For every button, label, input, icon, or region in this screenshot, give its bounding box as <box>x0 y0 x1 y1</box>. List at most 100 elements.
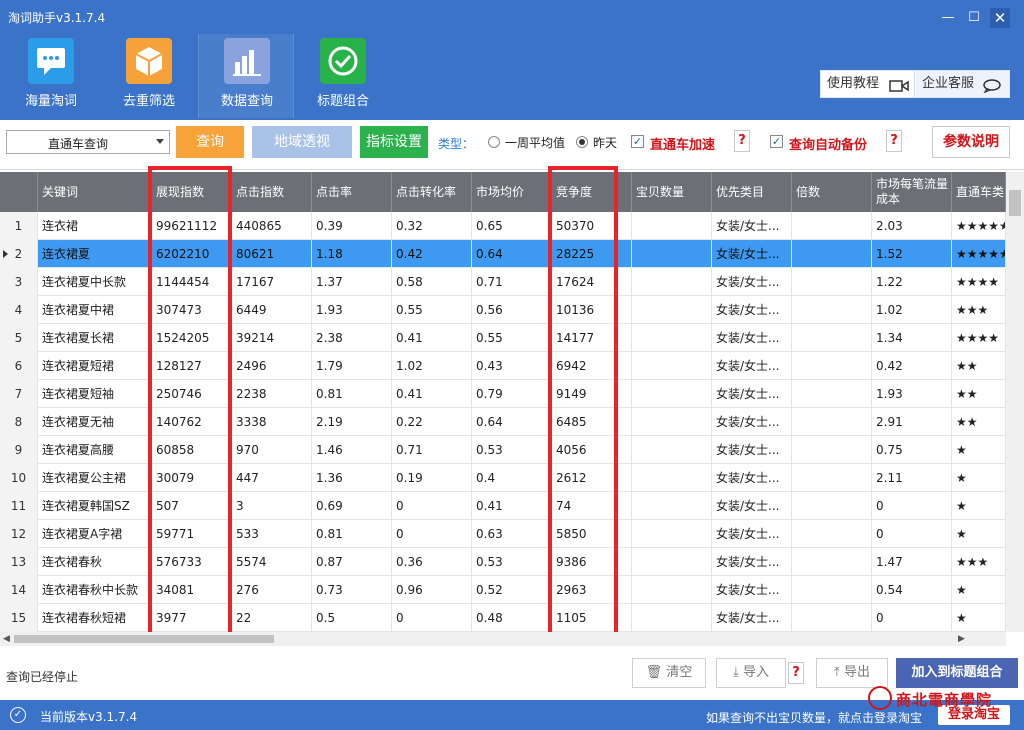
cell-multiple[interactable] <box>792 492 872 520</box>
cell-keyword[interactable]: 连衣裙夏 <box>38 240 152 268</box>
cell-multiple[interactable] <box>792 296 872 324</box>
horizontal-scrollbar-thumb[interactable] <box>14 635 274 643</box>
cell-cost[interactable]: 2.11 <box>872 464 952 492</box>
maximize-button[interactable]: ☐ <box>964 8 984 28</box>
cell-ctr[interactable]: 0.81 <box>312 380 392 408</box>
cell-avg-price[interactable]: 0.63 <box>472 520 552 548</box>
header-stars[interactable]: 直通车类 <box>952 172 1006 212</box>
cell-cvr[interactable]: 0 <box>392 604 472 632</box>
cell-keyword[interactable]: 连衣裙春秋短裙 <box>38 604 152 632</box>
import-button[interactable]: ⤓ 导入 <box>716 658 786 688</box>
cell-avg-price[interactable]: 0.71 <box>472 268 552 296</box>
cell-cost[interactable]: 0 <box>872 492 952 520</box>
cell-category[interactable]: 女装/女士... <box>712 604 792 632</box>
cell-click[interactable]: 80621 <box>232 240 312 268</box>
header-item-count[interactable]: 宝贝数量 <box>632 172 712 212</box>
cell-click[interactable]: 39214 <box>232 324 312 352</box>
import-help-button[interactable]: ? <box>788 662 804 684</box>
cell-cvr[interactable]: 0.41 <box>392 324 472 352</box>
cell-avg-price[interactable]: 0.43 <box>472 352 552 380</box>
cell-item-count[interactable] <box>632 296 712 324</box>
cell-item-count[interactable] <box>632 380 712 408</box>
cell-click[interactable]: 6449 <box>232 296 312 324</box>
header-keyword[interactable]: 关键词 <box>38 172 152 212</box>
cell-keyword[interactable]: 连衣裙夏长裙 <box>38 324 152 352</box>
cell-keyword[interactable]: 连衣裙夏无袖 <box>38 408 152 436</box>
vertical-scrollbar-thumb[interactable] <box>1009 190 1021 216</box>
cell-keyword[interactable]: 连衣裙夏短袖 <box>38 380 152 408</box>
scroll-right-icon[interactable]: ▶ <box>958 634 965 644</box>
cell-category[interactable]: 女装/女士... <box>712 408 792 436</box>
cell-index[interactable]: 9 <box>0 436 38 464</box>
cell-item-count[interactable] <box>632 408 712 436</box>
cell-item-count[interactable] <box>632 436 712 464</box>
cell-avg-price[interactable]: 0.53 <box>472 548 552 576</box>
cell-click[interactable]: 970 <box>232 436 312 464</box>
cell-cost[interactable]: 0 <box>872 520 952 548</box>
cell-category[interactable]: 女装/女士... <box>712 548 792 576</box>
cell-cost[interactable]: 0 <box>872 604 952 632</box>
cell-ctr[interactable]: 0.73 <box>312 576 392 604</box>
cell-stars[interactable]: ★ <box>952 604 1006 632</box>
cell-ctr[interactable]: 1.36 <box>312 464 392 492</box>
cell-item-count[interactable] <box>632 492 712 520</box>
cell-category[interactable]: 女装/女士... <box>712 576 792 604</box>
header-click[interactable]: 点击指数 <box>232 172 312 212</box>
vertical-scrollbar[interactable] <box>1006 172 1024 632</box>
cell-item-count[interactable] <box>632 520 712 548</box>
clear-button[interactable]: 🗑︎ 清空 <box>632 658 706 688</box>
cell-cvr[interactable]: 0.42 <box>392 240 472 268</box>
cell-cost[interactable]: 1.02 <box>872 296 952 324</box>
cell-multiple[interactable] <box>792 548 872 576</box>
cell-cost[interactable]: 1.22 <box>872 268 952 296</box>
cell-click[interactable]: 440865 <box>232 212 312 240</box>
close-button[interactable]: ✕ <box>990 8 1010 28</box>
export-button[interactable]: ⤒ 导出 <box>816 658 888 688</box>
geo-insight-button[interactable]: 地域透视 <box>252 126 352 158</box>
cell-cost[interactable]: 0.54 <box>872 576 952 604</box>
cell-multiple[interactable] <box>792 324 872 352</box>
cell-keyword[interactable]: 连衣裙夏短裙 <box>38 352 152 380</box>
cell-stars[interactable]: ★★★ <box>952 548 1006 576</box>
cell-item-count[interactable] <box>632 604 712 632</box>
cell-click[interactable]: 276 <box>232 576 312 604</box>
tutorial-button[interactable]: 使用教程 <box>821 71 915 97</box>
cell-index[interactable]: 10 <box>0 464 38 492</box>
cell-avg-price[interactable]: 0.56 <box>472 296 552 324</box>
cell-click[interactable]: 533 <box>232 520 312 548</box>
cell-ctr[interactable]: 1.79 <box>312 352 392 380</box>
cell-index[interactable]: 7 <box>0 380 38 408</box>
header-ctr[interactable]: 点击率 <box>312 172 392 212</box>
cell-ctr[interactable]: 1.18 <box>312 240 392 268</box>
cell-keyword[interactable]: 连衣裙春秋 <box>38 548 152 576</box>
cell-stars[interactable]: ★★ <box>952 380 1006 408</box>
cell-index[interactable]: 12 <box>0 520 38 548</box>
cell-avg-price[interactable]: 0.4 <box>472 464 552 492</box>
cell-index[interactable]: 15 <box>0 604 38 632</box>
cell-stars[interactable]: ★★★★ <box>952 268 1006 296</box>
cell-cvr[interactable]: 0.55 <box>392 296 472 324</box>
add-to-title-combo-button[interactable]: 加入到标题组合 <box>896 658 1018 688</box>
cell-cost[interactable]: 1.34 <box>872 324 952 352</box>
backup-help-button[interactable]: ? <box>886 130 902 152</box>
cell-cvr[interactable]: 0 <box>392 492 472 520</box>
cell-item-count[interactable] <box>632 352 712 380</box>
cell-keyword[interactable]: 连衣裙夏公主裙 <box>38 464 152 492</box>
cell-ctr[interactable]: 1.93 <box>312 296 392 324</box>
header-cost[interactable]: 市场每笔流量成本 <box>872 172 952 212</box>
cell-avg-price[interactable]: 0.79 <box>472 380 552 408</box>
cell-item-count[interactable] <box>632 464 712 492</box>
cell-multiple[interactable] <box>792 436 872 464</box>
cell-category[interactable]: 女装/女士... <box>712 352 792 380</box>
radio-week-average[interactable] <box>488 136 500 148</box>
cell-cvr[interactable]: 0.36 <box>392 548 472 576</box>
nav-title-combo[interactable]: 标题组合 <box>295 34 391 118</box>
cell-category[interactable]: 女装/女士... <box>712 212 792 240</box>
cell-cvr[interactable]: 0.41 <box>392 380 472 408</box>
param-description-button[interactable]: 参数说明 <box>932 126 1010 158</box>
cell-index[interactable]: 5 <box>0 324 38 352</box>
radio-yesterday[interactable] <box>576 136 588 148</box>
nav-keyword-mining[interactable]: 海量淘词 <box>3 34 99 118</box>
cell-avg-price[interactable]: 0.64 <box>472 408 552 436</box>
cell-category[interactable]: 女装/女士... <box>712 324 792 352</box>
